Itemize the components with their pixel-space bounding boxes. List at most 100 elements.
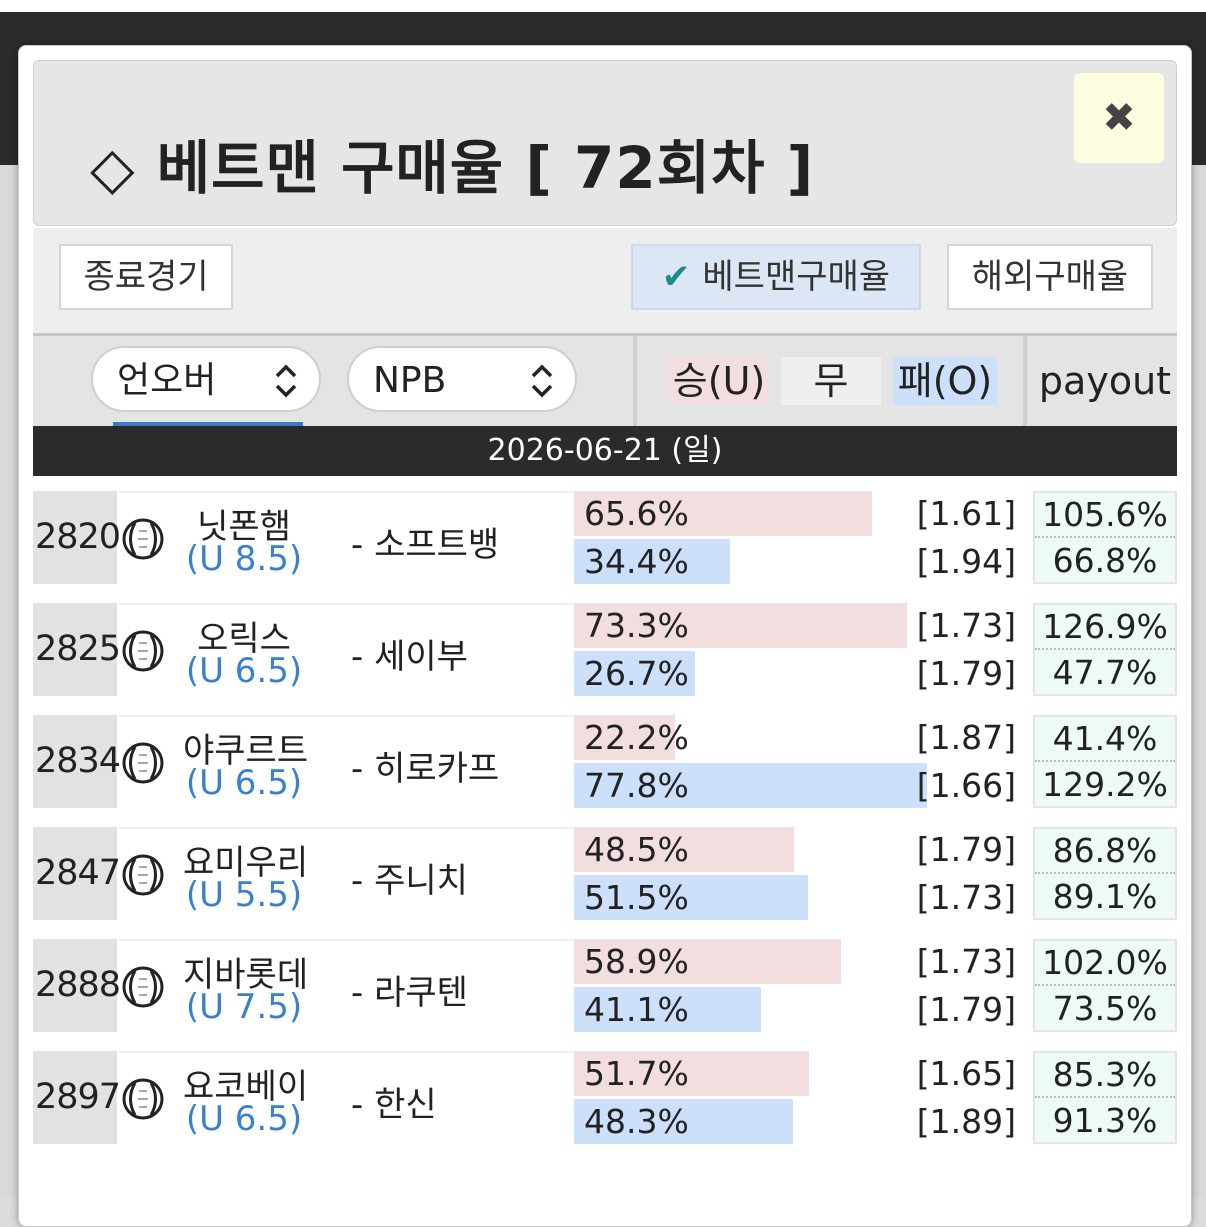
match-cell: 야쿠르트 (U 6.5) - 히로카프 bbox=[119, 715, 574, 810]
col-payout: payout bbox=[1038, 359, 1172, 403]
over-payout: 89.1% bbox=[1052, 877, 1158, 916]
chevron-updown-icon bbox=[529, 348, 555, 438]
league-select[interactable]: NPB bbox=[347, 346, 577, 412]
baseball-icon bbox=[121, 965, 165, 1009]
game-row[interactable]: 2825 오릭스 (U 6.5) - 세이부 73.3% 26.7% [1.73] [1.79… bbox=[33, 603, 1177, 698]
col-under: 승(U) bbox=[669, 357, 769, 405]
total-line: (U 6.5) bbox=[185, 1099, 303, 1139]
away-team: - 주니치 bbox=[351, 861, 468, 901]
baseball-icon bbox=[121, 629, 165, 673]
under-rate: 73.3% bbox=[584, 606, 689, 645]
total-line: (U 8.5) bbox=[185, 539, 303, 579]
date-header: 2026-06-21 (일) bbox=[33, 426, 1177, 476]
over-odds: [1.79] bbox=[916, 654, 1016, 693]
row-divider bbox=[574, 760, 1028, 763]
away-team: - 소프트뱅 bbox=[351, 525, 500, 565]
match-cell: 요코베이 (U 6.5) - 한신 bbox=[119, 1051, 574, 1146]
under-rate: 65.6% bbox=[584, 494, 689, 533]
betman-rate-label: 베트맨구매율 bbox=[702, 257, 891, 297]
game-number: 2897 bbox=[33, 1051, 121, 1144]
betman-purchase-modal: ◇ 베트맨 구매율 [ 72회차 ] ✖ 종료경기 ✔ 베트맨구매율 해외구매율 … bbox=[18, 45, 1192, 1227]
bet-type-select[interactable]: 언오버 bbox=[91, 346, 321, 412]
game-number: 2888 bbox=[33, 939, 121, 1032]
payout-cell: 41.4% 129.2% bbox=[1033, 715, 1177, 808]
total-line: (U 6.5) bbox=[185, 763, 303, 803]
over-payout: 66.8% bbox=[1052, 541, 1158, 580]
total-line: (U 7.5) bbox=[185, 987, 303, 1027]
game-row[interactable]: 2888 지바롯데 (U 7.5) - 라쿠텐 58.9% 41.1% [1.73] [1.7… bbox=[33, 939, 1177, 1034]
modal-title: ◇ 베트맨 구매율 [ 72회차 ] bbox=[90, 134, 815, 202]
modal-header: ◇ 베트맨 구매율 [ 72회차 ] ✖ bbox=[33, 60, 1177, 226]
match-cell: 지바롯데 (U 7.5) - 라쿠텐 bbox=[119, 939, 574, 1034]
total-line: (U 6.5) bbox=[185, 651, 303, 691]
overseas-rate-button[interactable]: 해외구매율 bbox=[947, 244, 1153, 310]
payout-cell: 105.6% 66.8% bbox=[1033, 491, 1177, 584]
top-strip bbox=[0, 0, 1206, 12]
match-cell: 오릭스 (U 6.5) - 세이부 bbox=[119, 603, 574, 698]
row-divider bbox=[574, 1096, 1028, 1099]
filter-bar: 언오버 NPB 승(U) 무 패(O) payout bbox=[33, 336, 1177, 426]
payout-cell: 85.3% 91.3% bbox=[1033, 1051, 1177, 1144]
col-over: 패(O) bbox=[893, 357, 997, 405]
payout-cell: 126.9% 47.7% bbox=[1033, 603, 1177, 696]
check-icon: ✔ bbox=[661, 257, 691, 297]
over-rate: 41.1% bbox=[584, 990, 689, 1029]
finished-games-button[interactable]: 종료경기 bbox=[59, 244, 233, 310]
game-row[interactable]: 2820 닛폰햄 (U 8.5) - 소프트뱅 65.6% 34.4% [1.61] [1.9… bbox=[33, 491, 1177, 586]
over-odds: [1.79] bbox=[916, 990, 1016, 1029]
payout-cell: 102.0% 73.5% bbox=[1033, 939, 1177, 1032]
bet-type-value: 언오버 bbox=[117, 360, 217, 401]
over-rate: 34.4% bbox=[584, 542, 689, 581]
betman-rate-button[interactable]: ✔ 베트맨구매율 bbox=[631, 244, 921, 310]
over-odds: [1.73] bbox=[916, 878, 1016, 917]
over-odds: [1.89] bbox=[916, 1102, 1016, 1141]
row-divider bbox=[574, 536, 1028, 539]
under-payout: 41.4% bbox=[1035, 717, 1175, 762]
under-odds: [1.87] bbox=[916, 718, 1016, 757]
baseball-icon bbox=[121, 741, 165, 785]
row-divider bbox=[574, 872, 1028, 875]
over-odds: [1.66] bbox=[916, 766, 1016, 805]
over-rate: 77.8% bbox=[584, 766, 689, 805]
under-odds: [1.73] bbox=[916, 942, 1016, 981]
under-payout: 85.3% bbox=[1035, 1053, 1175, 1098]
over-odds: [1.94] bbox=[916, 542, 1016, 581]
away-team: - 한신 bbox=[351, 1085, 437, 1125]
over-rate: 51.5% bbox=[584, 878, 689, 917]
match-cell: 닛폰햄 (U 8.5) - 소프트뱅 bbox=[119, 491, 574, 586]
row-divider bbox=[574, 648, 1028, 651]
away-team: - 세이부 bbox=[351, 637, 468, 677]
game-row[interactable]: 2834 야쿠르트 (U 6.5) - 히로카프 22.2% 77.8% [1.87] [1.… bbox=[33, 715, 1177, 810]
game-row[interactable]: 2847 요미우리 (U 5.5) - 주니치 48.5% 51.5% [1.79] [1.7… bbox=[33, 827, 1177, 922]
league-value: NPB bbox=[373, 360, 447, 401]
under-odds: [1.61] bbox=[916, 494, 1016, 533]
under-rate: 58.9% bbox=[584, 942, 689, 981]
over-payout: 129.2% bbox=[1042, 765, 1168, 804]
under-rate: 48.5% bbox=[584, 830, 689, 869]
close-icon: ✖ bbox=[1102, 95, 1136, 141]
game-number: 2834 bbox=[33, 715, 121, 808]
under-odds: [1.79] bbox=[916, 830, 1016, 869]
under-payout: 102.0% bbox=[1035, 941, 1175, 986]
under-odds: [1.73] bbox=[916, 606, 1016, 645]
away-team: - 라쿠텐 bbox=[351, 973, 468, 1013]
column-separator bbox=[1023, 336, 1027, 426]
game-row[interactable]: 2897 요코베이 (U 6.5) - 한신 51.7% 48.3% [1.65] [1.89… bbox=[33, 1051, 1177, 1146]
away-team: - 히로카프 bbox=[351, 749, 500, 789]
close-button[interactable]: ✖ bbox=[1074, 73, 1164, 163]
under-payout: 126.9% bbox=[1035, 605, 1175, 650]
game-number: 2820 bbox=[33, 491, 121, 584]
under-rate: 22.2% bbox=[584, 718, 689, 757]
over-payout: 47.7% bbox=[1052, 653, 1158, 692]
col-draw: 무 bbox=[781, 357, 881, 405]
over-rate: 48.3% bbox=[584, 1102, 689, 1141]
row-divider bbox=[574, 984, 1028, 987]
toolbar: 종료경기 ✔ 베트맨구매율 해외구매율 bbox=[33, 228, 1177, 336]
over-payout: 73.5% bbox=[1052, 989, 1158, 1028]
overseas-rate-label: 해외구매율 bbox=[971, 257, 1129, 297]
over-payout: 91.3% bbox=[1052, 1101, 1158, 1140]
under-payout: 86.8% bbox=[1035, 829, 1175, 874]
payout-cell: 86.8% 89.1% bbox=[1033, 827, 1177, 920]
total-line: (U 5.5) bbox=[185, 875, 303, 915]
game-number: 2825 bbox=[33, 603, 121, 696]
